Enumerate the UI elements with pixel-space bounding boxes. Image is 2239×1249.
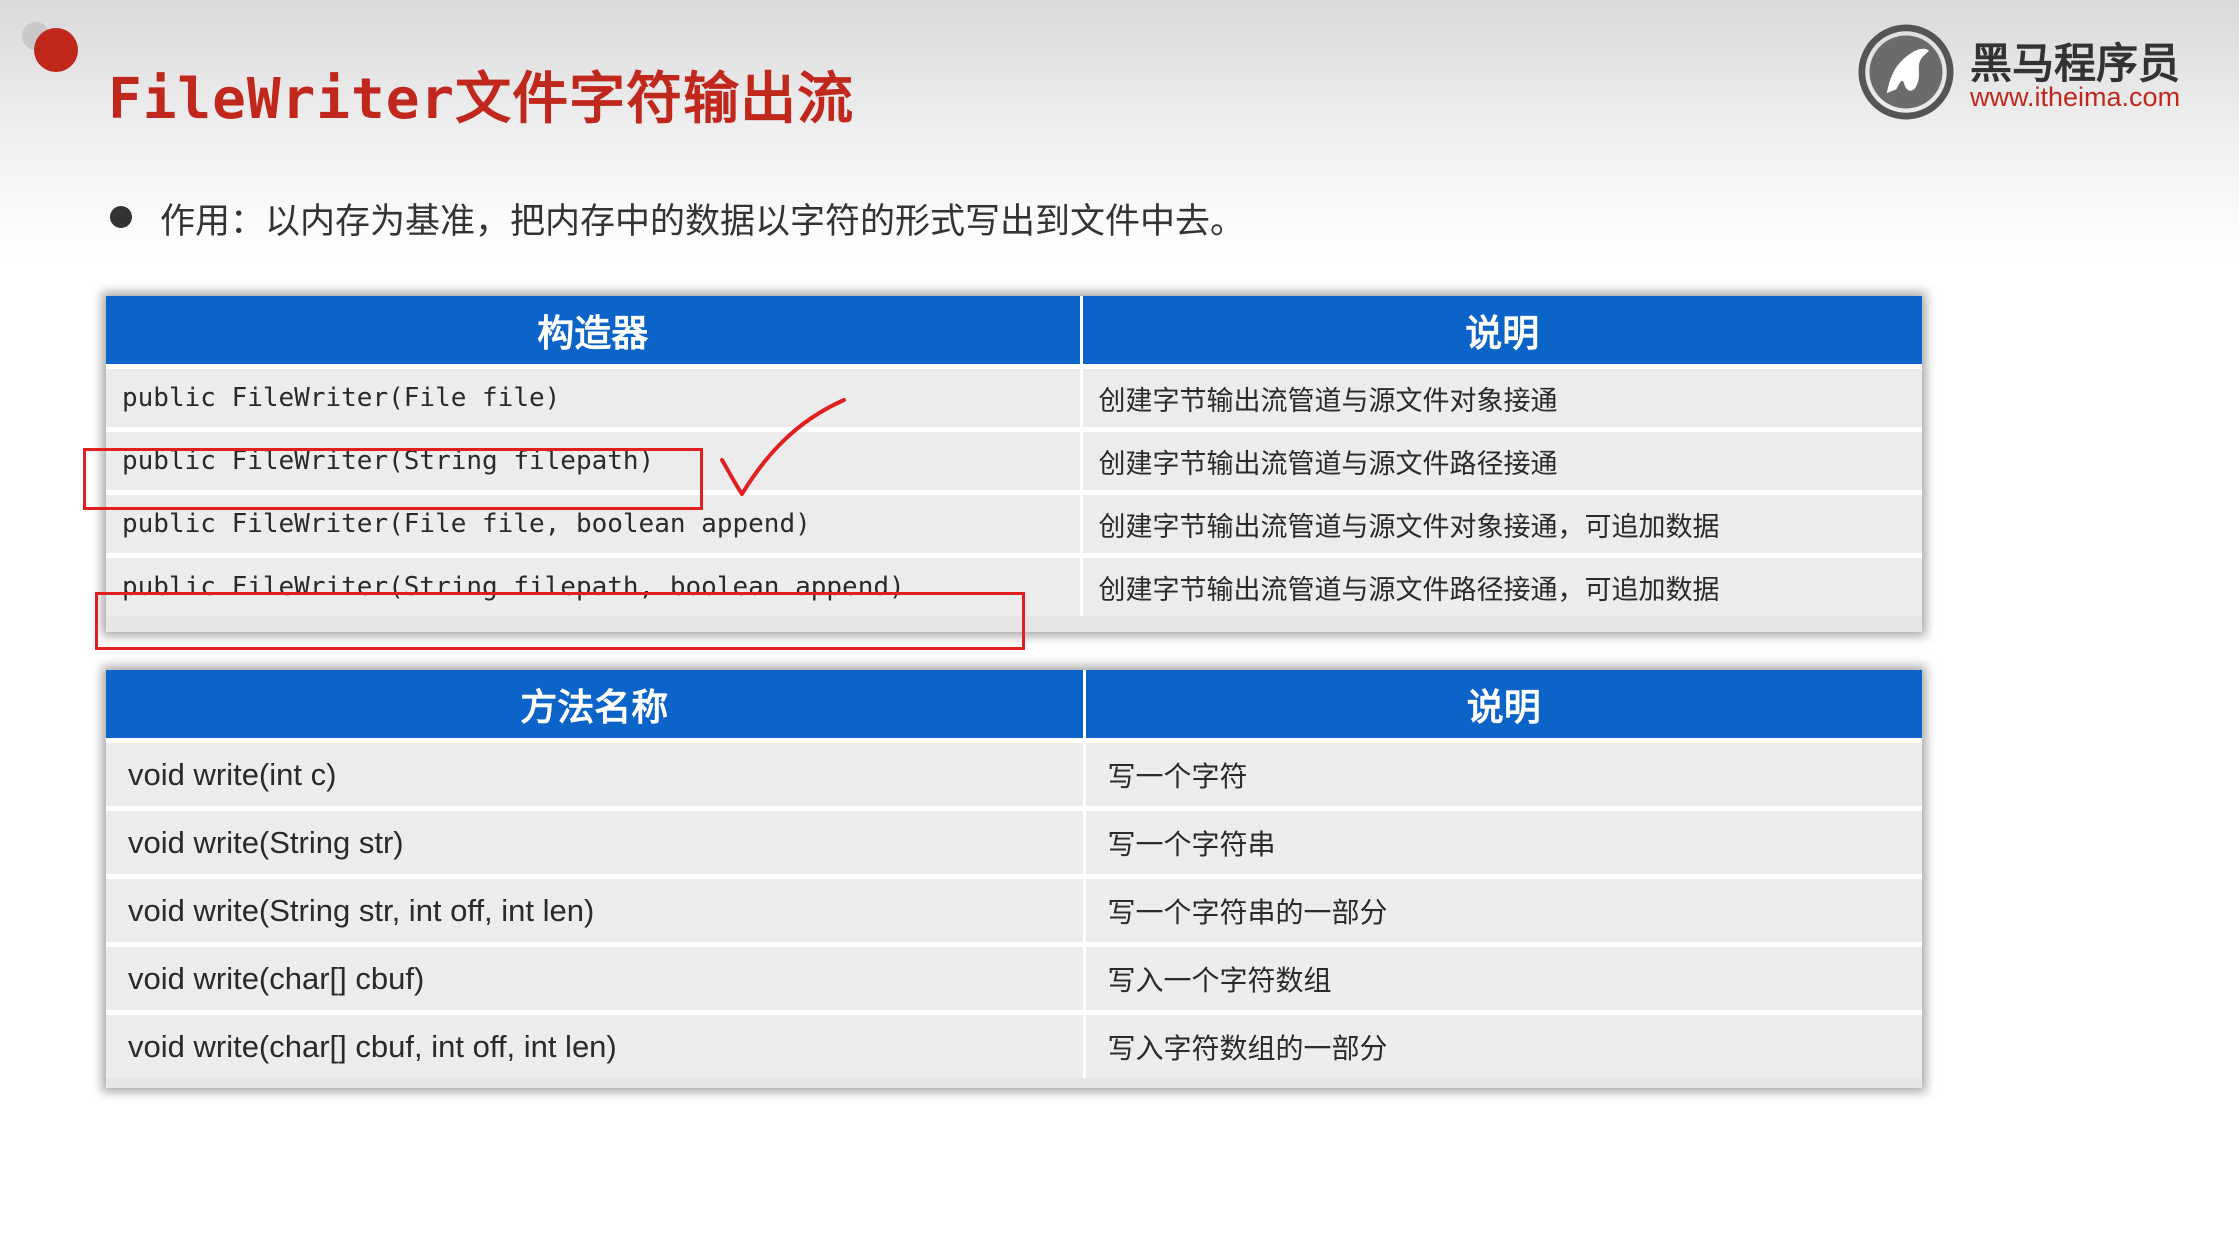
column-header-method-name: 方法名称 <box>106 670 1086 741</box>
column-header-constructor: 构造器 <box>106 296 1083 367</box>
constructor-description: 创建字节输出流管道与源文件对象接通 <box>1081 364 1922 430</box>
table-row: void write(int c) 写一个字符 <box>106 738 1922 809</box>
method-description: 写一个字符串的一部分 <box>1084 874 1922 945</box>
method-description: 写一个字符 <box>1084 738 1922 809</box>
method-description: 写入一个字符数组 <box>1084 942 1922 1013</box>
constructor-description: 创建字节输出流管道与源文件路径接通，可追加数据 <box>1081 553 1922 616</box>
method-signature: void write(char[] cbuf, int off, int len… <box>106 1010 1086 1078</box>
column-header-description: 说明 <box>1084 670 1922 741</box>
bullet-text: 作用：以内存为基准，把内存中的数据以字符的形式写出到文件中去。 <box>160 202 1246 242</box>
method-signature: void write(int c) <box>106 738 1086 809</box>
table-row: void write(char[] cbuf) 写入一个字符数组 <box>106 942 1922 1013</box>
bullet-icon <box>110 206 132 228</box>
method-description: 写一个字符串 <box>1084 806 1922 877</box>
checkmark-icon <box>720 398 846 496</box>
table-row: void write(char[] cbuf, int off, int len… <box>106 1010 1922 1078</box>
record-dot-icon <box>34 28 78 72</box>
brand-logo: 黑马程序员 www.itheima.com <box>1858 22 2188 122</box>
highlight-box-append-constructor <box>95 592 1025 650</box>
page-title: FileWriter文件字符输出流 <box>108 67 855 132</box>
table-row: void write(String str) 写一个字符串 <box>106 806 1922 877</box>
highlight-box-filepath-constructor <box>83 448 703 510</box>
method-table: 方法名称 说明 void write(int c) 写一个字符 void wri… <box>106 670 1922 1088</box>
itheima-horse-logo-icon <box>1858 24 1954 120</box>
column-header-description: 说明 <box>1081 296 1922 367</box>
table-header-row: 构造器 说明 <box>106 296 1922 367</box>
method-description: 写入字符数组的一部分 <box>1084 1010 1922 1078</box>
method-signature: void write(String str, int off, int len) <box>106 874 1086 945</box>
constructor-description: 创建字节输出流管道与源文件对象接通，可追加数据 <box>1081 490 1922 556</box>
method-signature: void write(String str) <box>106 806 1086 877</box>
logo-url: www.itheima.com <box>1970 82 2181 112</box>
table-row: void write(String str, int off, int len)… <box>106 874 1922 945</box>
method-signature: void write(char[] cbuf) <box>106 942 1086 1013</box>
table-header-row: 方法名称 说明 <box>106 670 1922 741</box>
constructor-description: 创建字节输出流管道与源文件路径接通 <box>1081 427 1922 493</box>
constructor-signature: public FileWriter(File file) <box>106 364 1083 430</box>
table-row: public FileWriter(File file) 创建字节输出流管道与源… <box>106 364 1922 430</box>
